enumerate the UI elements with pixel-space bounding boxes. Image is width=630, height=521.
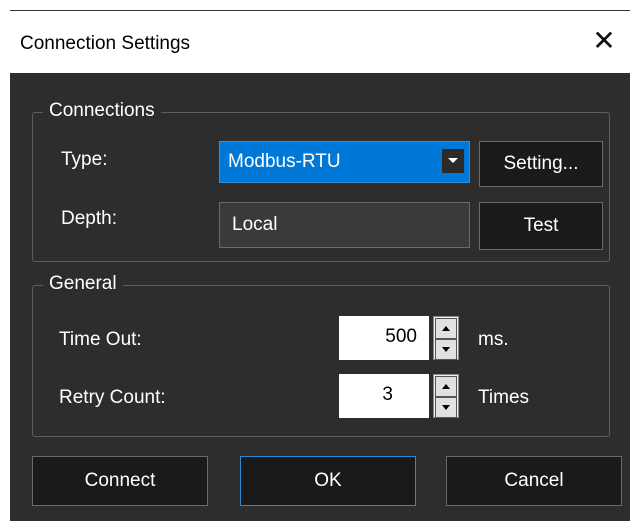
timeout-down-icon[interactable] <box>435 339 457 360</box>
timeout-spinner <box>433 316 459 360</box>
timeout-input[interactable]: 500 <box>339 316 429 360</box>
general-legend: General <box>43 273 123 295</box>
type-label: Type: <box>61 149 108 170</box>
connect-button[interactable]: Connect <box>32 456 208 506</box>
retry-input[interactable]: 3 <box>339 374 429 418</box>
type-combobox[interactable]: Modbus-RTU <box>219 141 470 183</box>
test-button-label: Test <box>523 215 559 236</box>
window-title: Connection Settings <box>20 33 191 54</box>
chevron-down-icon[interactable] <box>442 149 464 173</box>
depth-label: Depth: <box>61 208 117 229</box>
connection-settings-dialog: Connection Settings ✕ Connections Type: … <box>0 0 630 521</box>
retry-label: Retry Count: <box>59 387 166 408</box>
retry-spinner <box>433 374 459 418</box>
depth-value: Local <box>232 214 278 235</box>
retry-value: 3 <box>382 384 393 405</box>
timeout-up-icon[interactable] <box>435 318 457 339</box>
cancel-button-label: Cancel <box>504 470 564 491</box>
timeout-unit: ms. <box>478 329 509 350</box>
retry-unit: Times <box>478 387 530 408</box>
title-bar: Connection Settings ✕ <box>0 11 630 73</box>
retry-up-icon[interactable] <box>435 376 457 397</box>
ok-button-label: OK <box>314 470 342 491</box>
connect-button-label: Connect <box>84 470 156 491</box>
connections-group: Connections Type: Modbus-RTU Setting... … <box>32 100 610 262</box>
setting-button-label: Setting... <box>503 153 579 174</box>
retry-down-icon[interactable] <box>435 397 457 418</box>
connections-legend: Connections <box>43 100 161 122</box>
ok-button[interactable]: OK <box>240 456 416 506</box>
type-value: Modbus-RTU <box>228 151 341 172</box>
setting-button[interactable]: Setting... <box>479 141 603 187</box>
general-group: General Time Out: 500 ms. Retry Count: 3 <box>32 273 610 437</box>
dialog-client-area: Connections Type: Modbus-RTU Setting... … <box>10 73 630 521</box>
test-button[interactable]: Test <box>479 202 603 250</box>
close-icon[interactable]: ✕ <box>590 27 618 55</box>
timeout-value: 500 <box>385 326 417 347</box>
depth-field[interactable]: Local <box>219 202 470 248</box>
timeout-label: Time Out: <box>59 329 142 350</box>
cancel-button[interactable]: Cancel <box>446 456 622 506</box>
